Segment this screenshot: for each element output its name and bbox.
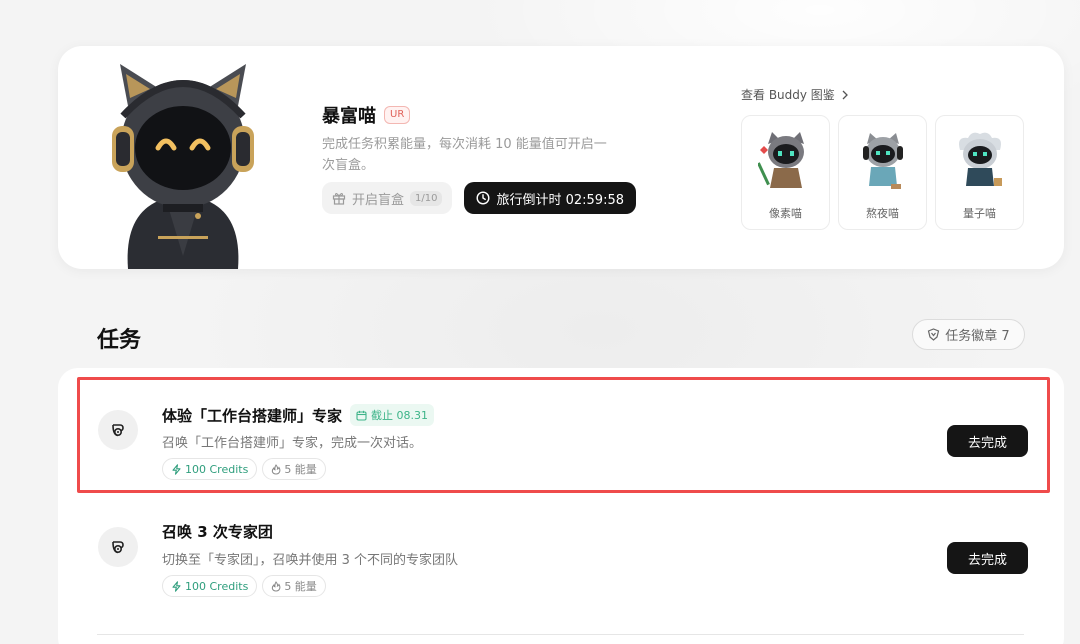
pet-info: 暴富喵 UR 完成任务积累能量，每次消耗 10 能量值可开启一次盲盒。 — [322, 102, 622, 176]
buddy-card[interactable]: 熬夜喵 — [838, 115, 927, 230]
task-divider — [97, 634, 1024, 635]
task-icon — [98, 527, 138, 567]
credits-reward: 100 Credits — [162, 575, 258, 597]
task-title-row: 体验「工作台搭建师」专家 截止 08.31 — [162, 404, 435, 426]
buddy-name: 像素喵 — [769, 207, 802, 220]
open-blind-box-button[interactable]: 开启盲盒 1/10 — [322, 182, 453, 214]
pet-title-row: 暴富喵 UR — [322, 102, 622, 128]
pet-hero-card: 暴富喵 UR 完成任务积累能量，每次消耗 10 能量值可开启一次盲盒。 开启盲盒… — [58, 46, 1064, 269]
credits-label: 100 Credits — [185, 579, 249, 593]
open-blind-box-label: 开启盲盒 — [352, 192, 405, 208]
energy-label: 5 能量 — [284, 580, 317, 593]
task-title: 召唤 3 次专家团 — [162, 523, 273, 541]
rarity-badge: UR — [384, 106, 411, 124]
task-description: 召唤「工作台搭建师」专家，完成一次对话。 — [162, 436, 423, 451]
task-deadline-badge: 截止 08.31 — [350, 404, 435, 426]
badge-icon — [928, 328, 940, 341]
buddy-card[interactable]: 量子喵 — [935, 115, 1024, 230]
pixel-cat-buddy-image — [757, 132, 804, 188]
task-list: 体验「工作台搭建师」专家 截止 08.31 召唤「工作台搭建师」专家，完成一次对… — [58, 368, 1064, 644]
gift-icon — [332, 193, 346, 205]
buddy-name: 量子喵 — [963, 207, 996, 220]
energy-reward: 5 能量 — [262, 575, 326, 597]
task-rewards: 100 Credits 5 能量 — [162, 575, 326, 597]
task-title-row: 召唤 3 次专家团 — [162, 521, 273, 542]
credits-reward: 100 Credits — [162, 458, 258, 480]
pet-mascot-illustration — [112, 64, 254, 269]
energy-reward: 5 能量 — [262, 458, 326, 480]
task-icon — [98, 410, 138, 450]
expert-icon — [112, 424, 124, 437]
countdown-label: 旅行倒计时 02:59:58 — [496, 192, 625, 208]
chevron-right-icon — [842, 90, 848, 99]
buddy-gallery: 查看 Buddy 图鉴 像素喵 熬夜喵 量子喵 — [741, 86, 1024, 230]
buddy-card-list: 像素喵 熬夜喵 量子喵 — [741, 115, 1024, 230]
energy-label: 5 能量 — [284, 463, 317, 476]
gallery-link-label: 查看 Buddy 图鉴 — [741, 88, 835, 102]
calendar-icon — [356, 410, 367, 421]
task-item: 召唤 3 次专家团 切换至「专家团」，召唤并使用 3 个不同的专家团队 100 … — [98, 521, 1028, 621]
lightning-icon — [172, 580, 181, 592]
travel-countdown: 旅行倒计时 02:59:58 — [464, 182, 637, 214]
buddy-name: 熬夜喵 — [866, 207, 899, 220]
buddy-card[interactable]: 像素喵 — [741, 115, 830, 230]
task-item: 体验「工作台搭建师」专家 截止 08.31 召唤「工作台搭建师」专家，完成一次对… — [98, 404, 1028, 504]
view-buddy-gallery-link[interactable]: 查看 Buddy 图鉴 — [741, 86, 1024, 103]
lightning-icon — [172, 463, 181, 475]
task-title: 体验「工作台搭建师」专家 — [162, 406, 343, 425]
clock-icon — [476, 191, 490, 205]
blind-box-count: 1/10 — [410, 190, 443, 206]
tasks-section-title: 任务 — [97, 328, 142, 353]
task-badges-label: 任务徽章 7 — [945, 329, 1010, 344]
flame-icon — [272, 580, 281, 592]
task-rewards: 100 Credits 5 能量 — [162, 458, 326, 480]
complete-task-button[interactable]: 去完成 — [947, 542, 1028, 574]
night-owl-cat-buddy-image — [862, 133, 903, 189]
complete-task-button[interactable]: 去完成 — [947, 425, 1028, 457]
pet-name: 暴富喵 — [322, 106, 376, 127]
task-badges-button[interactable]: 任务徽章 7 — [912, 319, 1025, 350]
credits-label: 100 Credits — [185, 462, 249, 476]
pet-description: 完成任务积累能量，每次消耗 10 能量值可开启一次盲盒。 — [322, 137, 607, 173]
task-description: 切换至「专家团」，召唤并使用 3 个不同的专家团队 — [162, 553, 459, 568]
quantum-cat-buddy-image — [958, 132, 1002, 186]
flame-icon — [272, 463, 281, 475]
task-deadline: 截止 08.31 — [371, 409, 429, 422]
pet-actions: 开启盲盒 1/10 旅行倒计时 02:59:58 — [322, 182, 637, 214]
expert-icon — [112, 541, 124, 554]
